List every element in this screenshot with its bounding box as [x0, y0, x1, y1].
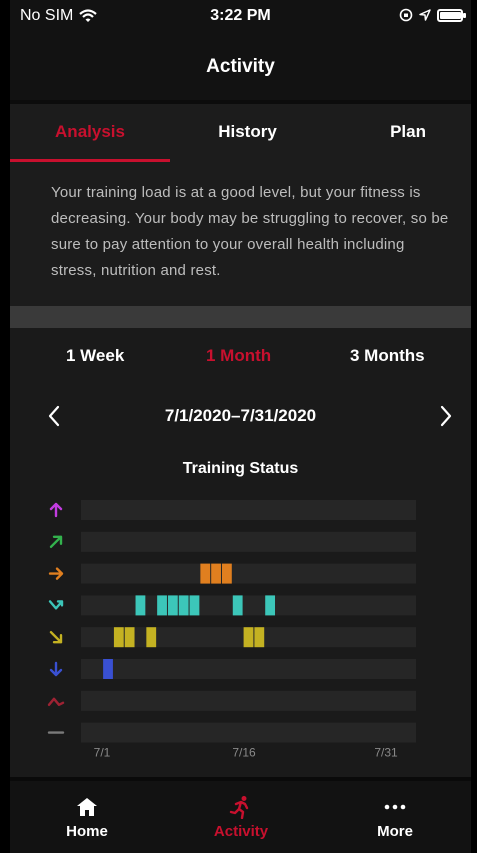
bottom-tab-bar: Home Activity More	[10, 777, 471, 853]
status-cell	[200, 563, 211, 584]
status-cell	[178, 595, 189, 616]
status-row-track	[81, 563, 416, 584]
status-cell	[146, 627, 157, 648]
status-cell	[124, 627, 135, 648]
more-icon	[384, 804, 406, 810]
x-tick-label: 7/16	[232, 745, 256, 759]
app-screen: No SIM 3:22 PM Activity Analysis History…	[10, 0, 471, 853]
training-summary: Your training load is at a good level, b…	[10, 162, 471, 308]
status-cell	[254, 627, 265, 648]
tabbar-activity-label: Activity	[213, 823, 269, 840]
tabbar-more[interactable]: More	[318, 795, 471, 840]
status-bar: No SIM 3:22 PM	[10, 0, 471, 34]
chevron-right-icon[interactable]	[434, 402, 458, 430]
range-1-month[interactable]: 1 Month	[206, 346, 271, 366]
tab-history[interactable]: History	[170, 122, 325, 142]
status-cell	[211, 563, 221, 584]
status-row-track	[81, 690, 416, 711]
x-tick-label: 7/1	[94, 745, 111, 759]
status-cell	[232, 595, 243, 616]
arrow-up-icon	[49, 502, 63, 518]
tabbar-more-label: More	[377, 823, 413, 840]
tabbar-home[interactable]: Home	[10, 795, 164, 840]
date-range-label: 7/1/2020–7/31/2020	[164, 406, 317, 425]
battery-icon	[437, 8, 466, 22]
running-icon	[229, 796, 249, 819]
arrow-right-icon	[48, 567, 64, 580]
status-row-track	[81, 659, 416, 679]
training-status-chart: Training Status 7/1 7/16 7/31	[10, 444, 471, 777]
chart-canvas: 7/1 7/16 7/31	[47, 500, 416, 759]
arrow-down-right-icon	[49, 630, 63, 644]
status-cell	[189, 595, 200, 616]
location-icon	[419, 9, 431, 21]
status-cell	[135, 595, 146, 616]
status-row-track	[81, 722, 416, 743]
status-cell	[103, 659, 113, 679]
date-navigator: 7/1/2020–7/31/2020	[10, 388, 471, 444]
status-cell	[157, 595, 167, 616]
tab-plan[interactable]: Plan	[325, 122, 471, 142]
section-divider	[10, 306, 471, 328]
range-1-week[interactable]: 1 Week	[66, 346, 124, 366]
status-cell	[221, 563, 232, 584]
arrow-down-icon	[49, 661, 63, 677]
status-right	[399, 8, 466, 22]
home-icon	[77, 798, 97, 816]
segment-tabs: Analysis History Plan	[10, 100, 471, 163]
nav-header: Activity	[10, 34, 471, 100]
page-title: Activity	[206, 56, 275, 77]
arrow-zigzag-up-icon	[48, 600, 64, 610]
tabbar-home-label: Home	[66, 823, 108, 840]
arrow-up-right-icon	[49, 535, 63, 549]
range-selector: 1 Week 1 Month 3 Months	[10, 328, 471, 388]
x-tick-label: 7/31	[374, 745, 398, 759]
range-3-months[interactable]: 3 Months	[350, 346, 425, 366]
status-row-track	[81, 531, 416, 552]
orientation-lock-icon	[399, 8, 413, 22]
status-row-track	[81, 595, 416, 616]
status-row-track	[81, 500, 416, 520]
status-cell	[243, 627, 254, 648]
tabbar-activity[interactable]: Activity	[164, 795, 318, 840]
status-cell	[167, 595, 178, 616]
status-cell	[265, 595, 276, 616]
tab-analysis[interactable]: Analysis	[10, 122, 170, 142]
status-cell	[113, 627, 124, 648]
arrow-peak-icon	[47, 697, 65, 706]
